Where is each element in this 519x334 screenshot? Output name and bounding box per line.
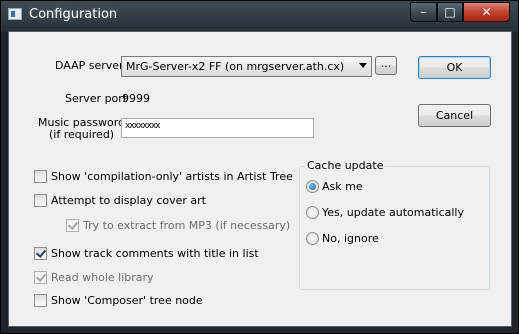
checkmark-icon xyxy=(35,247,47,258)
whole-library-checkbox xyxy=(34,271,47,284)
close-button[interactable]: ✕ xyxy=(463,2,510,22)
server-dropdown-value: MrG-Server-x2 FF (on mrgserver.ath.cx) xyxy=(126,60,345,73)
minimize-button[interactable]: – xyxy=(410,2,437,22)
port-label: Server port xyxy=(65,92,128,105)
password-field[interactable]: xxxxxxxx xyxy=(121,118,314,138)
server-label: DAAP server xyxy=(55,59,124,72)
ignore-radio[interactable] xyxy=(306,232,319,245)
cover-art-checkbox[interactable] xyxy=(34,194,47,207)
maximize-button[interactable]: □ xyxy=(437,2,463,22)
whole-library-label: Read whole library xyxy=(51,271,154,284)
auto-update-label[interactable]: Yes, update automatically xyxy=(322,206,464,219)
ask-me-radio[interactable] xyxy=(306,180,319,193)
app-icon xyxy=(8,8,22,20)
password-label-hint: (if required) xyxy=(49,128,115,141)
composer-node-label[interactable]: Show 'Composer' tree node xyxy=(51,294,203,307)
checkmark-icon xyxy=(35,271,47,282)
cover-art-label[interactable]: Attempt to display cover art xyxy=(51,194,206,207)
track-comments-checkbox[interactable] xyxy=(34,247,47,260)
cache-update-title: Cache update xyxy=(305,159,386,172)
server-dropdown[interactable]: MrG-Server-x2 FF (on mrgserver.ath.cx) xyxy=(121,56,372,77)
radio-selected-dot xyxy=(309,183,316,190)
window-title: Configuration xyxy=(29,7,118,22)
compilation-artists-checkbox[interactable] xyxy=(34,170,47,183)
password-field-value: xxxxxxxx xyxy=(125,121,161,131)
dialog-body: DAAP server MrG-Server-x2 FF (on mrgserv… xyxy=(8,31,512,327)
extract-mp3-label: Try to extract from MP3 (if necessary) xyxy=(83,219,291,232)
ok-button[interactable]: OK xyxy=(418,56,491,79)
chevron-down-icon xyxy=(359,63,367,68)
browse-server-button[interactable]: ... xyxy=(375,56,397,75)
auto-update-radio[interactable] xyxy=(306,206,319,219)
track-comments-label[interactable]: Show track comments with title in list xyxy=(51,247,259,260)
window-frame: Configuration – □ ✕ DAAP server MrG-Serv… xyxy=(0,0,519,334)
checkmark-icon xyxy=(67,219,79,230)
port-value: 9999 xyxy=(122,92,150,105)
composer-node-checkbox[interactable] xyxy=(34,294,47,307)
cancel-button[interactable]: Cancel xyxy=(418,104,491,127)
compilation-artists-label[interactable]: Show 'compilation-only' artists in Artis… xyxy=(51,170,293,183)
extract-mp3-checkbox xyxy=(66,219,79,232)
ask-me-label[interactable]: Ask me xyxy=(322,180,363,193)
ignore-label[interactable]: No, ignore xyxy=(322,232,379,245)
